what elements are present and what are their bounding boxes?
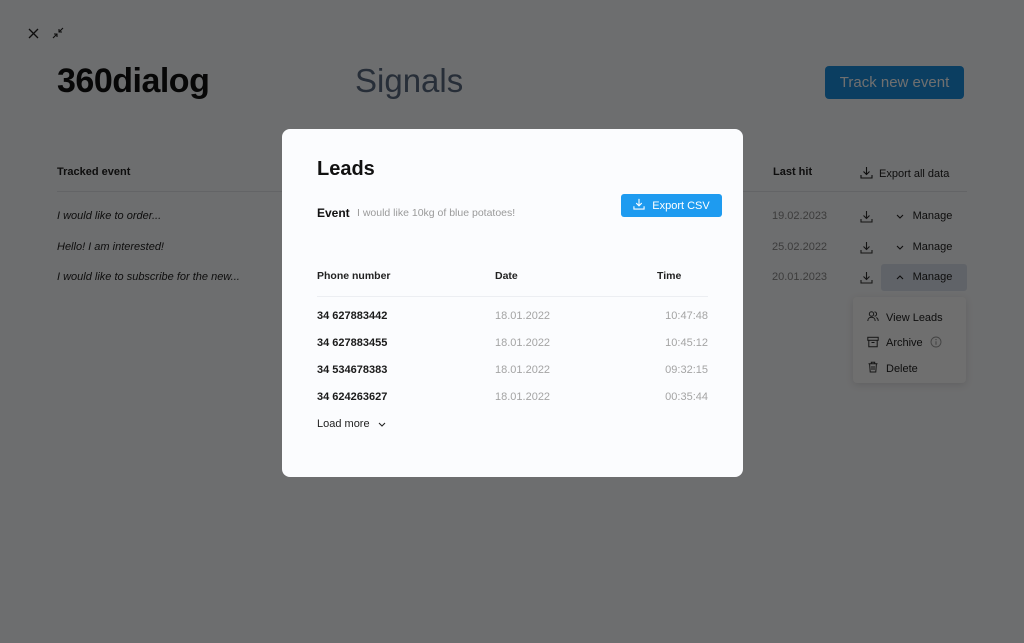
lead-time: 00:35:44	[665, 391, 708, 403]
table-divider	[317, 296, 708, 297]
lead-row: 34 624263627 18.01.2022 00:35:44	[317, 391, 708, 407]
event-value: I would like 10kg of blue potatoes!	[357, 207, 516, 219]
column-header-date: Date	[495, 270, 518, 282]
export-csv-label: Export CSV	[652, 199, 710, 212]
load-more-label: Load more	[317, 418, 370, 430]
load-more-button[interactable]: Load more	[317, 418, 386, 430]
lead-date: 18.01.2022	[495, 310, 551, 322]
export-csv-button[interactable]: Export CSV	[621, 194, 722, 217]
column-header-phone: Phone number	[317, 270, 391, 282]
lead-row: 34 627883442 18.01.2022 10:47:48	[317, 310, 708, 326]
lead-date: 18.01.2022	[495, 337, 551, 349]
lead-row: 34 627883455 18.01.2022 10:45:12	[317, 337, 708, 353]
modal-title: Leads	[317, 158, 375, 180]
lead-date: 18.01.2022	[495, 391, 551, 403]
lead-date: 18.01.2022	[495, 364, 551, 376]
leads-modal: Leads Event I would like 10kg of blue po…	[282, 129, 743, 477]
lead-phone: 34 627883455	[317, 337, 388, 349]
lead-time: 10:47:48	[665, 310, 708, 322]
column-header-time: Time	[657, 270, 682, 282]
download-icon	[633, 198, 645, 213]
lead-time: 09:32:15	[665, 364, 708, 376]
lead-phone: 34 624263627	[317, 391, 388, 403]
lead-phone: 34 627883442	[317, 310, 388, 322]
event-label: Event	[317, 206, 350, 220]
lead-phone: 34 534678383	[317, 364, 388, 376]
lead-row: 34 534678383 18.01.2022 09:32:15	[317, 364, 708, 380]
chevron-down-icon	[378, 418, 386, 430]
lead-time: 10:45:12	[665, 337, 708, 349]
